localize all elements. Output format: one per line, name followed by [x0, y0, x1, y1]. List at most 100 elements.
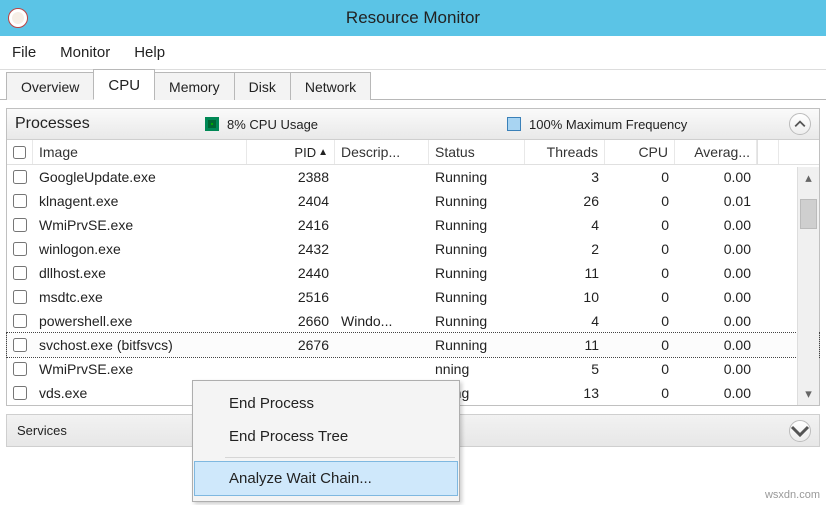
row-checkbox-cell[interactable]	[7, 238, 33, 260]
table-row[interactable]: winlogon.exe2432Running200.00	[7, 237, 819, 261]
row-checkbox[interactable]	[13, 362, 27, 376]
row-checkbox-cell[interactable]	[7, 382, 33, 404]
row-checkbox-cell[interactable]	[7, 358, 33, 380]
cell-status: Running	[429, 309, 525, 333]
cell-cpu: 0	[605, 333, 675, 357]
cell-threads: 26	[525, 189, 605, 213]
cell-status: Running	[429, 261, 525, 285]
col-description[interactable]: Descrip...	[335, 140, 429, 164]
col-image[interactable]: Image	[33, 140, 247, 164]
processes-panel-header[interactable]: Processes 8% CPU Usage 100% Maximum Freq…	[7, 109, 819, 140]
processes-panel-title: Processes	[15, 115, 205, 133]
chevron-down-icon	[790, 421, 810, 441]
scroll-thumb[interactable]	[800, 199, 817, 229]
table-row[interactable]: WmiPrvSE.exenning500.00	[7, 357, 819, 381]
cell-image: WmiPrvSE.exe	[33, 213, 247, 237]
max-frequency-icon	[507, 117, 521, 131]
tab-overview[interactable]: Overview	[6, 72, 94, 100]
cell-average: 0.00	[675, 381, 757, 405]
scroll-track[interactable]	[798, 189, 819, 383]
row-checkbox-cell[interactable]	[7, 310, 33, 332]
tab-network[interactable]: Network	[290, 72, 371, 100]
cell-status: Running	[429, 237, 525, 261]
cell-cpu: 0	[605, 213, 675, 237]
col-pid[interactable]: PID▲	[247, 140, 335, 164]
row-checkbox-cell[interactable]	[7, 286, 33, 308]
table-row[interactable]: msdtc.exe2516Running1000.00	[7, 285, 819, 309]
cell-status: Running	[429, 165, 525, 189]
cell-cpu: 0	[605, 237, 675, 261]
cell-cpu: 0	[605, 381, 675, 405]
scroll-down-button[interactable]: ▾	[798, 383, 819, 405]
cell-description	[335, 197, 429, 205]
menu-monitor[interactable]: Monitor	[60, 44, 110, 61]
cell-pid: 2432	[247, 237, 335, 261]
cell-description	[335, 173, 429, 181]
row-checkbox[interactable]	[13, 194, 27, 208]
table-row[interactable]: klnagent.exe2404Running2600.01	[7, 189, 819, 213]
table-row[interactable]: powershell.exe2660Windo...Running400.00	[7, 309, 819, 333]
cell-cpu: 0	[605, 357, 675, 381]
cell-pid: 2416	[247, 213, 335, 237]
menu-help[interactable]: Help	[134, 44, 165, 61]
title-bar: Resource Monitor	[0, 0, 826, 36]
row-checkbox[interactable]	[13, 338, 27, 352]
cell-status: Running	[429, 333, 525, 357]
row-checkbox[interactable]	[13, 386, 27, 400]
col-select-all[interactable]	[7, 140, 33, 164]
row-checkbox-cell[interactable]	[7, 166, 33, 188]
cell-image: dllhost.exe	[33, 261, 247, 285]
context-menu: End Process End Process Tree Analyze Wai…	[192, 380, 460, 502]
ctx-analyze-wait-chain[interactable]: Analyze Wait Chain...	[195, 462, 457, 495]
row-checkbox[interactable]	[13, 290, 27, 304]
cell-threads: 4	[525, 213, 605, 237]
table-row[interactable]: WmiPrvSE.exe2416Running400.00	[7, 213, 819, 237]
cell-threads: 3	[525, 165, 605, 189]
select-all-checkbox[interactable]	[13, 146, 26, 159]
col-threads[interactable]: Threads	[525, 140, 605, 164]
tab-cpu[interactable]: CPU	[93, 69, 155, 100]
table-row[interactable]: GoogleUpdate.exe2388Running300.00	[7, 165, 819, 189]
tab-disk[interactable]: Disk	[234, 72, 291, 100]
ctx-end-process[interactable]: End Process	[195, 387, 457, 420]
scroll-up-button[interactable]: ▴	[798, 167, 819, 189]
expand-services-button[interactable]	[789, 420, 811, 442]
cell-pid: 2660	[247, 309, 335, 333]
cell-pid: 2676	[247, 333, 335, 357]
ctx-end-process-tree[interactable]: End Process Tree	[195, 420, 457, 453]
row-checkbox[interactable]	[13, 266, 27, 280]
row-checkbox-cell[interactable]	[7, 334, 33, 356]
row-checkbox-cell[interactable]	[7, 262, 33, 284]
cell-pid	[247, 365, 335, 373]
row-checkbox[interactable]	[13, 314, 27, 328]
cell-image: powershell.exe	[33, 309, 247, 333]
max-frequency-label: 100% Maximum Frequency	[529, 117, 687, 132]
watermark: wsxdn.com	[765, 489, 820, 501]
col-average[interactable]: Averag...	[675, 140, 757, 164]
tab-memory[interactable]: Memory	[154, 72, 235, 100]
processes-scrollbar[interactable]: ▴ ▾	[797, 167, 819, 405]
cell-description	[335, 365, 429, 373]
col-status[interactable]: Status	[429, 140, 525, 164]
cell-status: Running	[429, 189, 525, 213]
collapse-processes-button[interactable]	[789, 113, 811, 135]
col-cpu[interactable]: CPU	[605, 140, 675, 164]
cell-threads: 11	[525, 261, 605, 285]
resource-monitor-icon	[8, 8, 28, 28]
table-row[interactable]: dllhost.exe2440Running1100.00	[7, 261, 819, 285]
cell-image: GoogleUpdate.exe	[33, 165, 247, 189]
processes-grid-header: Image PID▲ Descrip... Status Threads CPU…	[7, 140, 819, 165]
cell-threads: 4	[525, 309, 605, 333]
table-row[interactable]: svchost.exe (bitfsvcs)2676Running1100.00	[7, 333, 819, 357]
row-checkbox[interactable]	[13, 218, 27, 232]
cell-average: 0.00	[675, 333, 757, 357]
cell-average: 0.00	[675, 285, 757, 309]
menu-bar: File Monitor Help	[0, 36, 826, 70]
menu-file[interactable]: File	[12, 44, 36, 61]
row-checkbox[interactable]	[13, 170, 27, 184]
cell-description	[335, 269, 429, 277]
cell-cpu: 0	[605, 285, 675, 309]
row-checkbox[interactable]	[13, 242, 27, 256]
row-checkbox-cell[interactable]	[7, 190, 33, 212]
row-checkbox-cell[interactable]	[7, 214, 33, 236]
